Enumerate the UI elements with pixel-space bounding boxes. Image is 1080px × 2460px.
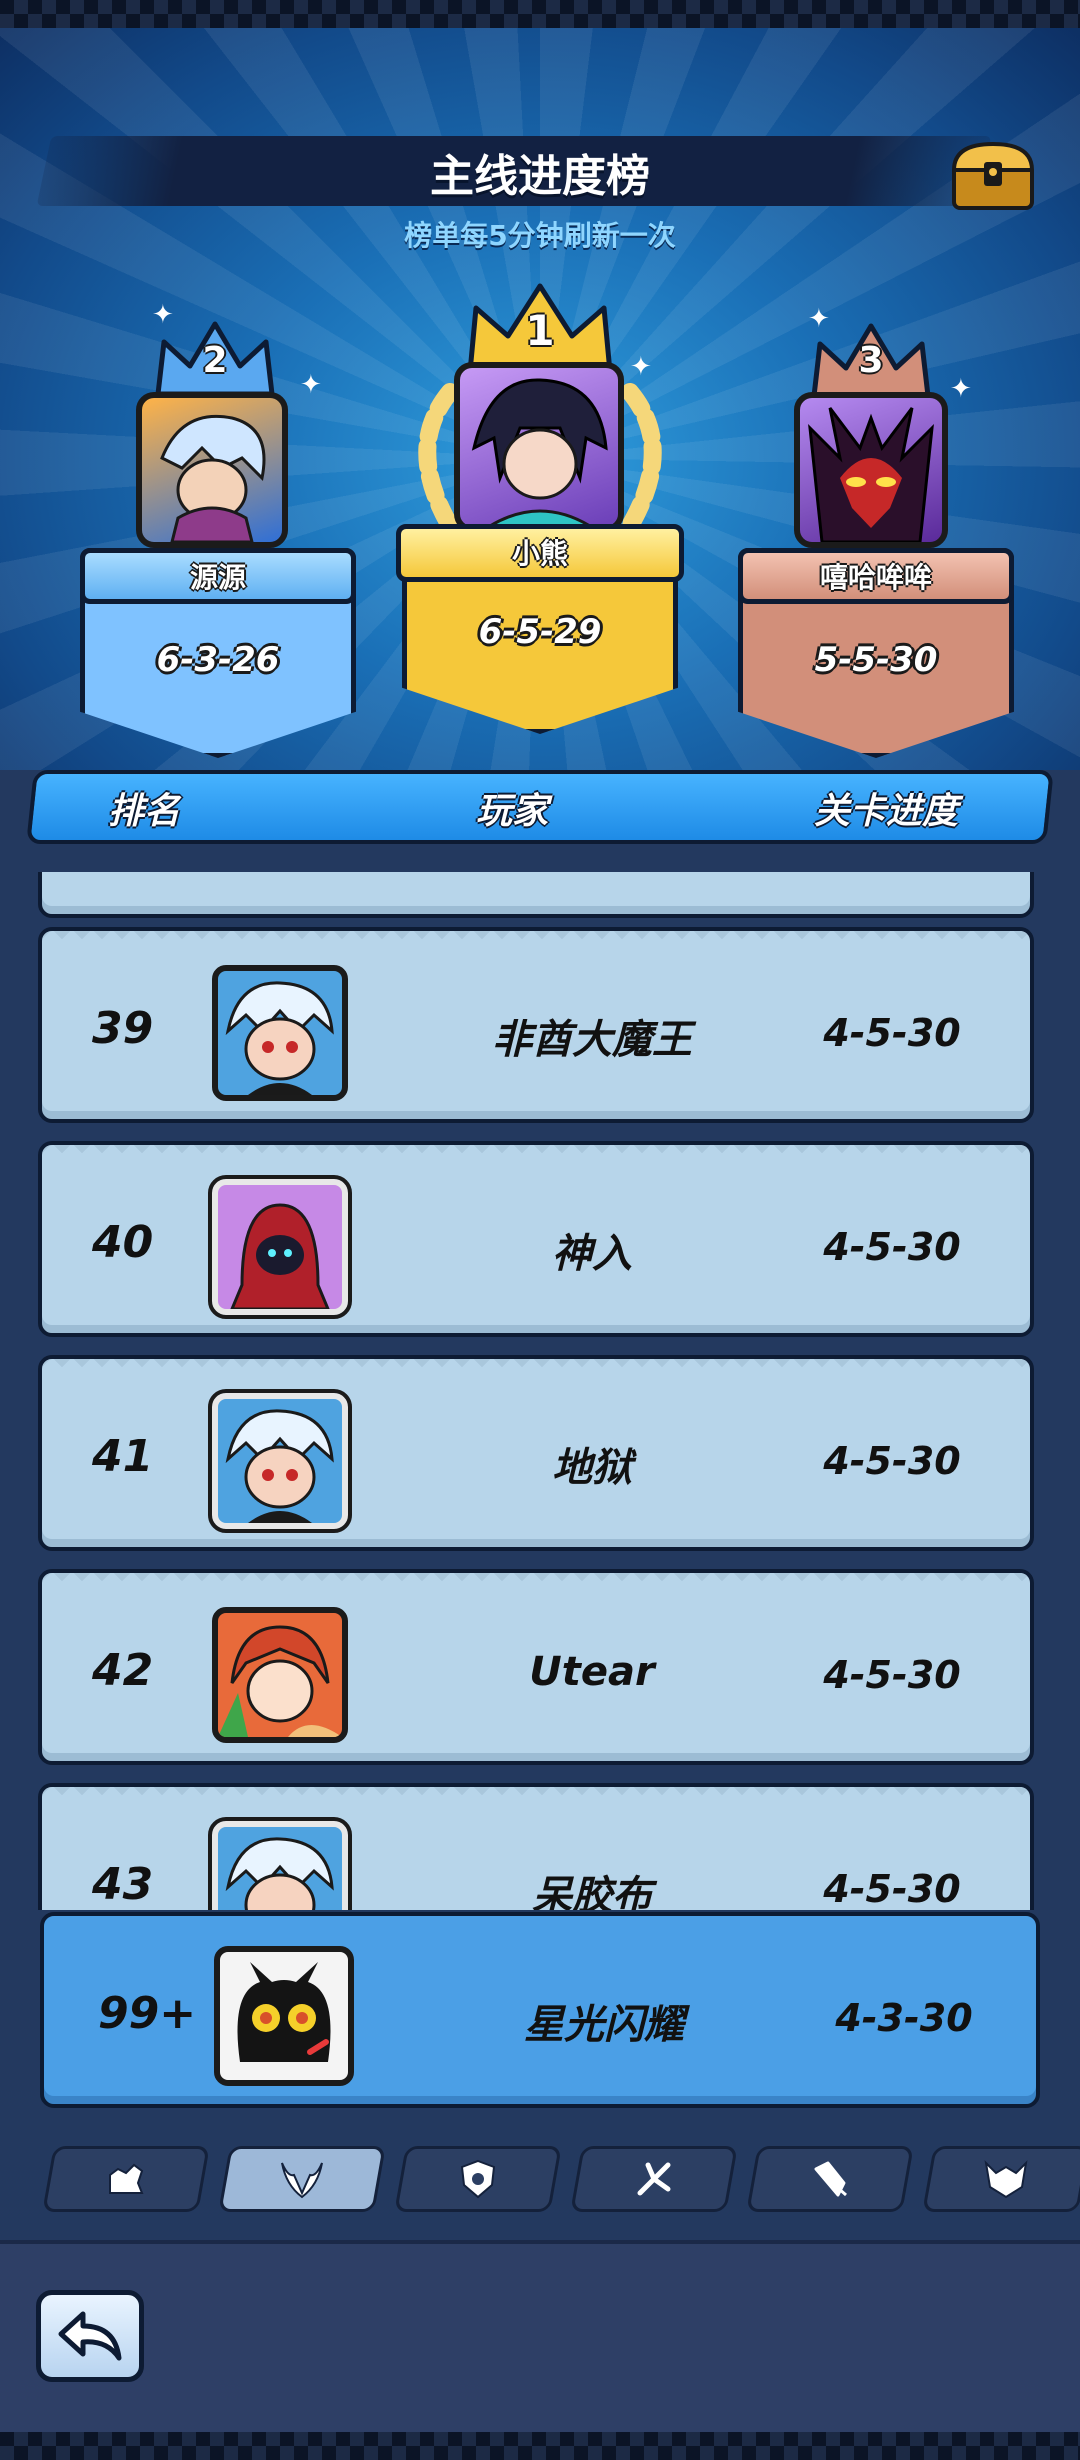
back-arrow-icon bbox=[58, 2311, 122, 2361]
podium-player-name: 源源 bbox=[189, 561, 246, 594]
shield-icon bbox=[460, 2159, 496, 2199]
leaderboard-list[interactable]: 39 非酋大魔王 4-5-30 40 神入 4-5-30 41 地狱 4-5-3… bbox=[0, 872, 1080, 1910]
list-item[interactable]: 43 呆胶布 4-5-30 bbox=[38, 1783, 1034, 1910]
podium-third[interactable]: 3 嘻哈哞哞 5-5-30 bbox=[736, 300, 1016, 760]
row-rank: 43 bbox=[92, 1859, 154, 1910]
row-progress: 4-5-30 bbox=[823, 1225, 961, 1269]
tab-hand[interactable] bbox=[42, 2146, 210, 2212]
podium-progress: 5-5-30 bbox=[814, 640, 938, 680]
avatar bbox=[214, 1946, 354, 2086]
sparkle-icon: ✦ bbox=[630, 352, 652, 382]
hand-icon bbox=[109, 2163, 144, 2194]
list-item[interactable]: 42 Utear 4-5-30 bbox=[38, 1569, 1034, 1765]
feather-icon bbox=[814, 2161, 847, 2197]
row-rank: 41 bbox=[92, 1431, 154, 1482]
list-item[interactable]: 40 神入 4-5-30 bbox=[38, 1141, 1034, 1337]
self-rank: 99+ bbox=[98, 1988, 197, 2039]
avatar bbox=[794, 392, 948, 548]
podium-first[interactable]: 1 小熊 6-5-29 bbox=[390, 272, 690, 734]
podium-progress: 6-3-26 bbox=[156, 640, 280, 680]
row-player-name: 神入 bbox=[552, 1231, 632, 1277]
self-rank-row[interactable]: 99+ 星光闪耀 4-3-30 bbox=[40, 1912, 1040, 2108]
row-player-name: 呆胶布 bbox=[532, 1873, 652, 1910]
row-progress: 4-5-30 bbox=[823, 1439, 961, 1483]
podium-rank: 2 bbox=[202, 340, 228, 381]
row-rank: 42 bbox=[92, 1645, 154, 1696]
podium-progress: 6-5-29 bbox=[478, 612, 602, 652]
tab-shield[interactable] bbox=[394, 2146, 562, 2212]
sparkle-icon: ✦ bbox=[152, 300, 174, 330]
tab-branch[interactable] bbox=[570, 2146, 738, 2212]
sparkle-icon: ✦ bbox=[950, 374, 972, 404]
sparkle-icon: ✦ bbox=[808, 304, 830, 334]
sparkle-icon: ✦ bbox=[300, 370, 322, 400]
tab-feather[interactable] bbox=[746, 2146, 914, 2212]
row-player-name: 地狱 bbox=[552, 1445, 632, 1491]
page-title: 主线进度榜 bbox=[430, 151, 650, 202]
back-button[interactable] bbox=[36, 2290, 144, 2382]
avatar bbox=[208, 1817, 352, 1910]
row-rank: 39 bbox=[92, 1003, 154, 1054]
helmet-icon bbox=[984, 2160, 1028, 2199]
avatar bbox=[212, 1607, 348, 1743]
branch-icon bbox=[637, 2162, 671, 2196]
podium-player-name: 小熊 bbox=[511, 537, 568, 570]
podium-rank: 3 bbox=[858, 340, 884, 381]
bottom-bar bbox=[0, 2240, 1080, 2432]
treasure-chest-icon[interactable] bbox=[948, 136, 1038, 214]
podium-player-name: 嘻哈哞哞 bbox=[819, 561, 932, 594]
podium-second[interactable]: 2 源源 6-3-26 bbox=[80, 300, 360, 760]
top-border bbox=[0, 0, 1080, 28]
refresh-note: 榜单每5分钟刷新一次 bbox=[404, 219, 676, 252]
list-item[interactable]: 39 非酋大魔王 4-5-30 bbox=[38, 927, 1034, 1123]
self-player-name: 星光闪耀 bbox=[524, 2002, 684, 2048]
tab-helmet[interactable] bbox=[922, 2146, 1080, 2212]
podium-rank: 1 bbox=[525, 306, 555, 355]
self-progress: 4-3-30 bbox=[835, 1996, 973, 2040]
column-progress-label: 关卡进度 bbox=[814, 791, 959, 832]
row-progress: 4-5-30 bbox=[823, 1653, 961, 1697]
row-player-name: Utear bbox=[529, 1649, 655, 1695]
avatar bbox=[208, 1389, 352, 1533]
demon-icon bbox=[281, 2162, 323, 2199]
row-rank: 40 bbox=[92, 1217, 154, 1268]
list-item[interactable] bbox=[38, 872, 1034, 918]
avatar bbox=[212, 965, 348, 1101]
row-progress: 4-5-30 bbox=[823, 1011, 961, 1055]
row-player-name: 非酋大魔王 bbox=[492, 1017, 692, 1063]
avatar bbox=[136, 392, 288, 548]
bottom-border bbox=[0, 2432, 1080, 2460]
tab-demon[interactable] bbox=[218, 2146, 386, 2212]
list-item[interactable]: 41 地狱 4-5-30 bbox=[38, 1355, 1034, 1551]
column-player-label: 玩家 bbox=[476, 791, 549, 832]
avatar bbox=[454, 362, 624, 532]
column-rank-label: 排名 bbox=[108, 791, 181, 832]
row-progress: 4-5-30 bbox=[823, 1867, 961, 1910]
avatar bbox=[208, 1175, 352, 1319]
